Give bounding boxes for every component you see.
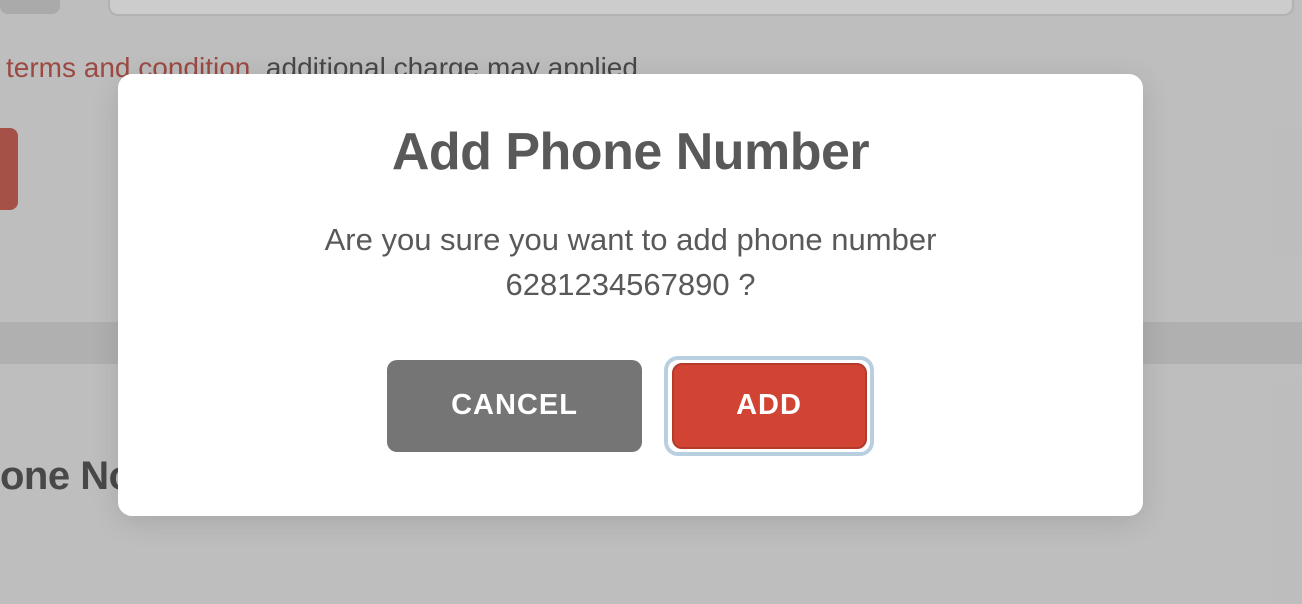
modal-message-line1: Are you sure you want to add phone numbe…	[325, 222, 937, 257]
modal-button-row: CANCEL ADD	[387, 356, 874, 456]
add-button[interactable]: ADD	[672, 363, 867, 449]
add-button-focus-ring: ADD	[664, 356, 874, 456]
add-phone-modal: Add Phone Number Are you sure you want t…	[118, 74, 1143, 516]
modal-message-line2: 6281234567890 ?	[506, 267, 756, 302]
modal-title: Add Phone Number	[392, 122, 869, 182]
modal-message: Are you sure you want to add phone numbe…	[325, 218, 937, 308]
cancel-button[interactable]: CANCEL	[387, 360, 642, 452]
